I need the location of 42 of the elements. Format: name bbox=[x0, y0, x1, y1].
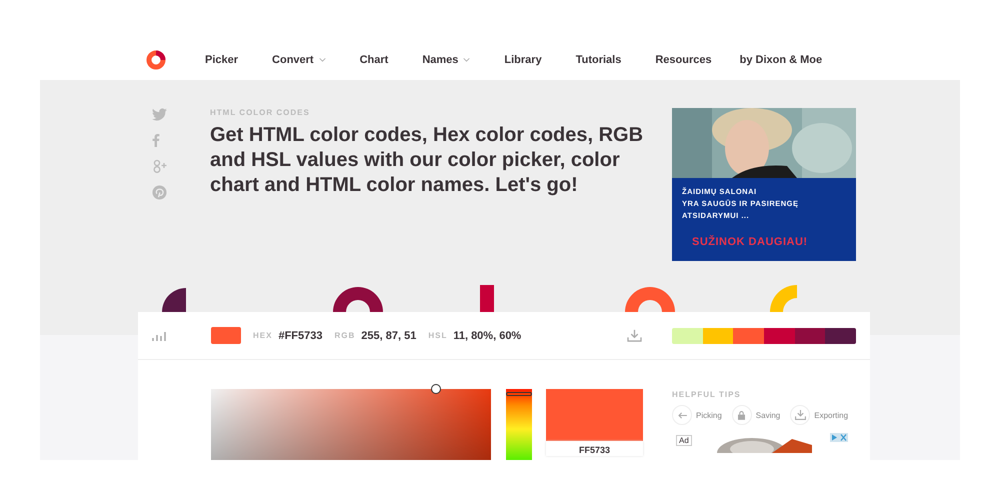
palette-color[interactable] bbox=[764, 328, 795, 344]
logo-icon[interactable] bbox=[146, 50, 166, 70]
twitter-icon[interactable] bbox=[152, 108, 167, 121]
tip-link[interactable]: Saving bbox=[732, 405, 780, 425]
pinterest-icon[interactable] bbox=[152, 185, 167, 200]
field-label: HSL bbox=[428, 331, 448, 340]
tip-link[interactable]: Picking bbox=[672, 405, 722, 425]
arrow-left-icon bbox=[678, 412, 686, 418]
bar-chart-icon[interactable] bbox=[152, 330, 168, 340]
slider-thumb[interactable] bbox=[506, 392, 532, 396]
saturation-picker[interactable] bbox=[211, 389, 491, 460]
hex-value: FF5733 bbox=[546, 441, 643, 456]
download-icon bbox=[794, 410, 806, 420]
nav-link[interactable]: Tutorials bbox=[576, 54, 622, 66]
palette-color[interactable] bbox=[702, 328, 734, 344]
hue-slider[interactable] bbox=[506, 389, 532, 460]
palette-color[interactable] bbox=[794, 328, 826, 344]
palette-color[interactable] bbox=[733, 328, 764, 344]
lock-icon bbox=[738, 410, 746, 420]
field-label: HEX bbox=[253, 331, 272, 340]
field-value: 255, 87, 51 bbox=[361, 330, 416, 342]
ad-label: Ad bbox=[676, 435, 692, 446]
facebook-icon[interactable] bbox=[152, 133, 160, 147]
nav-link[interactable]: Resources bbox=[655, 54, 712, 66]
google-plus-icon[interactable] bbox=[152, 159, 168, 173]
download-icon[interactable] bbox=[627, 329, 642, 342]
nav-link[interactable]: by Dixon & Moe bbox=[740, 54, 822, 66]
nav-link[interactable]: Picker bbox=[205, 54, 238, 66]
ad-choices-icon[interactable] bbox=[830, 433, 848, 442]
nav-link[interactable]: Names bbox=[422, 54, 470, 66]
palette-color[interactable] bbox=[672, 328, 703, 344]
tips-title: HELPFUL TIPS bbox=[672, 390, 742, 399]
field-label: RGB bbox=[334, 331, 356, 340]
field-value: #FF5733 bbox=[278, 330, 322, 342]
palette-color[interactable] bbox=[825, 328, 856, 344]
nav-link[interactable]: Convert bbox=[272, 54, 326, 66]
field-value: 11, 80%, 60% bbox=[453, 330, 522, 342]
headline: Get HTML color codes, Hex color codes, RGB and HSL values with our color picker, color chart and HTML color names. Let's go! bbox=[210, 123, 644, 198]
tip-link[interactable]: Exporting bbox=[790, 405, 848, 425]
nav-link[interactable]: Chart bbox=[360, 54, 388, 66]
nav-link[interactable]: Library bbox=[504, 54, 542, 66]
picker-handle[interactable] bbox=[431, 384, 441, 394]
